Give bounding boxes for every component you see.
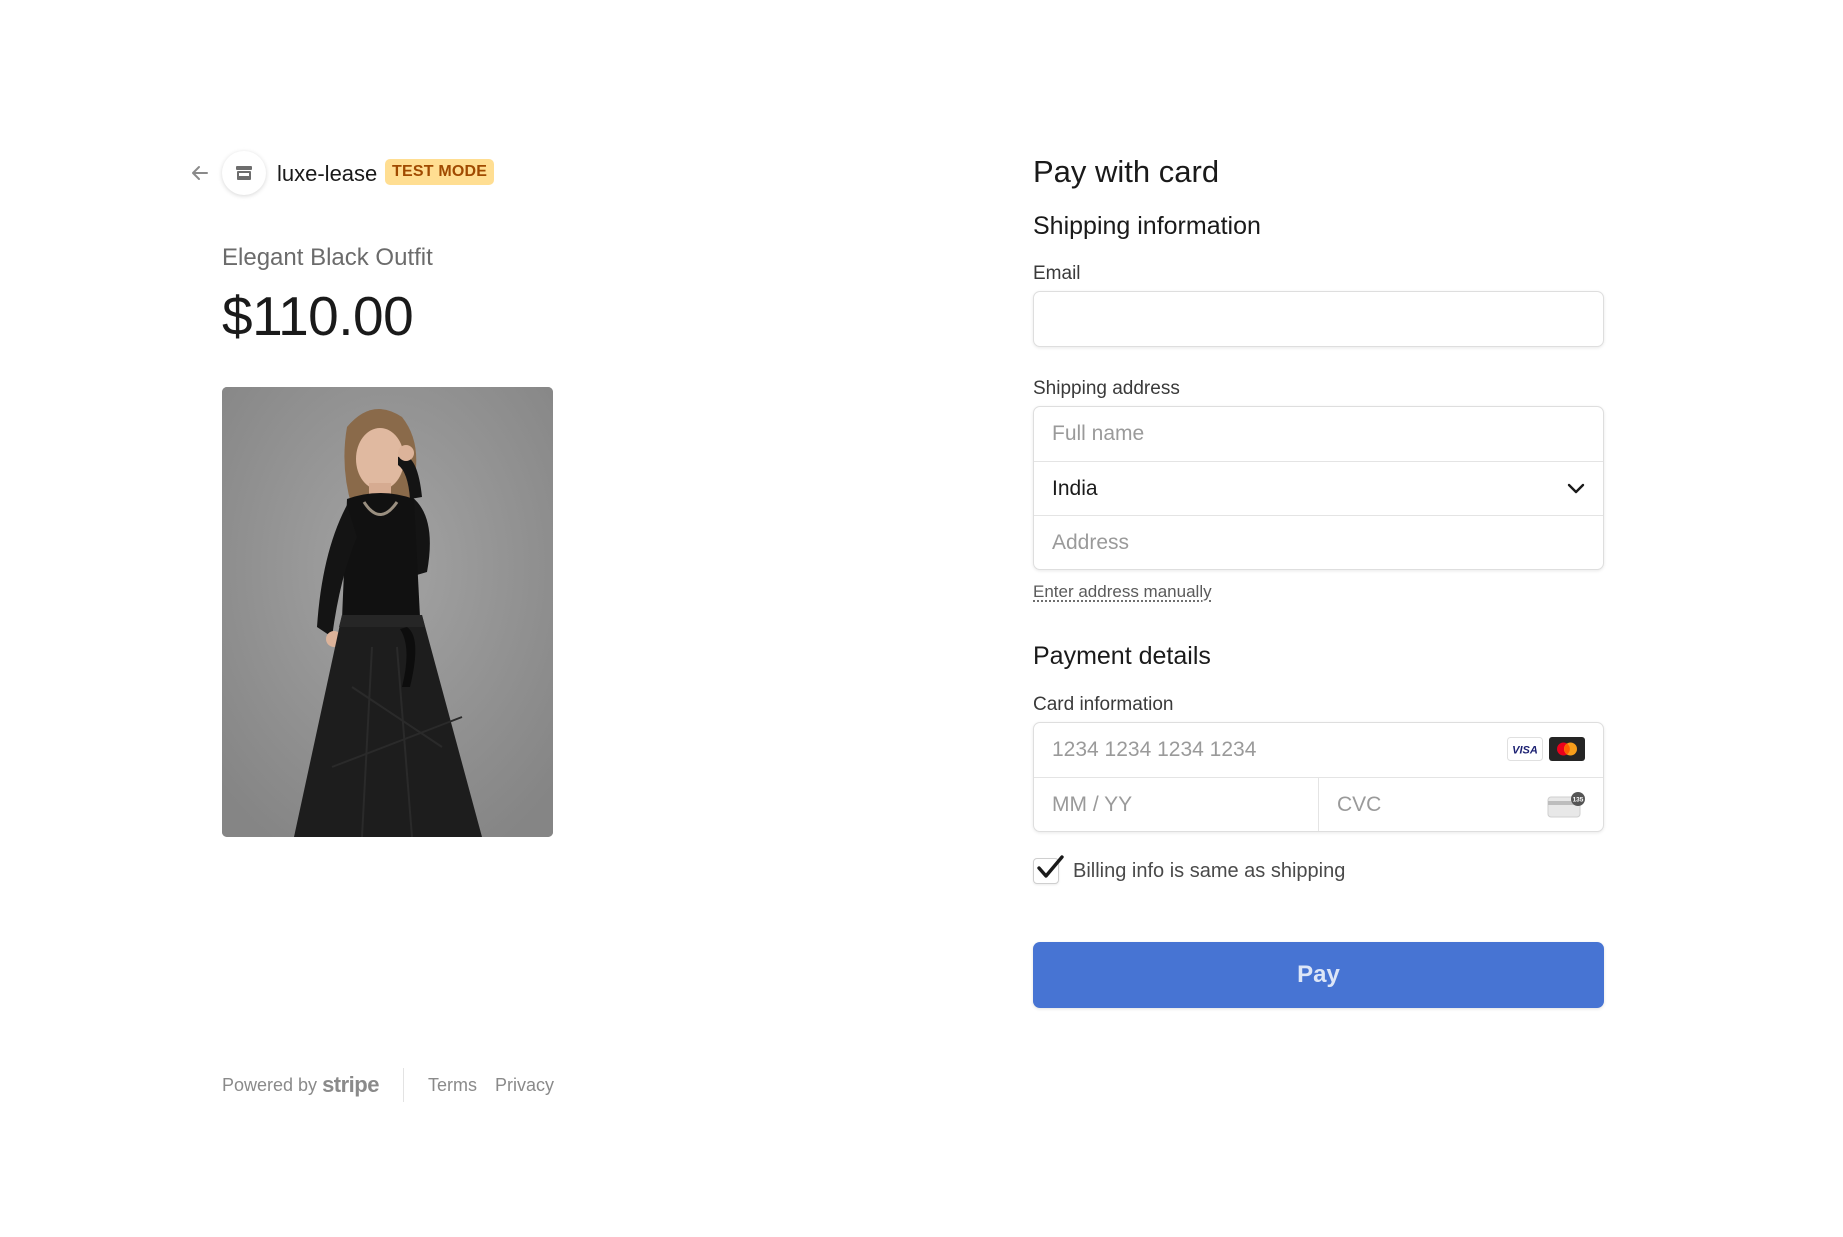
- powered-by-text: Powered by: [222, 1074, 318, 1095]
- arrow-left-icon: [192, 166, 208, 180]
- pay-with-card-title: Pay with card: [1033, 154, 1220, 189]
- expiry-placeholder: MM / YY: [1052, 792, 1133, 816]
- back-button[interactable]: [182, 151, 218, 195]
- card-brand-icons: VISA: [1507, 737, 1585, 761]
- shipping-information-title: Shipping information: [1033, 212, 1261, 240]
- footer: Powered by stripe Terms Privacy: [222, 1063, 572, 1107]
- product-price: $110.00: [222, 285, 414, 347]
- billing-same-checkbox[interactable]: [1033, 855, 1064, 884]
- footer-divider: [402, 1068, 404, 1102]
- product-name: Elegant Black Outfit: [222, 244, 433, 271]
- chevron-down-icon: [1567, 483, 1585, 493]
- cvc-placeholder: CVC: [1337, 792, 1382, 816]
- cvc-field[interactable]: CVC 135: [1318, 778, 1603, 831]
- test-mode-badge: TEST MODE: [385, 159, 495, 185]
- pay-button[interactable]: Pay: [1033, 942, 1604, 1008]
- visa-icon: VISA: [1507, 737, 1543, 761]
- store-icon: [236, 166, 252, 180]
- payment-panel: Pay with card Shipping information Email…: [912, 0, 1843, 1237]
- merchant-name[interactable]: luxe-lease: [277, 161, 377, 187]
- country-value: India: [1052, 476, 1098, 500]
- powered-by-stripe[interactable]: Powered by stripe: [222, 1072, 379, 1098]
- payment-form: Pay with card Shipping information Email…: [1033, 150, 1604, 1008]
- billing-same-as-shipping[interactable]: Billing info is same as shipping: [1033, 855, 1604, 884]
- card-information-box: 1234 1234 1234 1234 VISA MM / YY CVC 135: [1033, 722, 1604, 832]
- svg-text:135: 135: [1573, 797, 1584, 804]
- card-information-label: Card information: [1033, 694, 1174, 715]
- svg-text:VISA: VISA: [1512, 745, 1538, 757]
- email-field-box: [1033, 291, 1604, 347]
- stripe-logo: stripe: [322, 1072, 379, 1097]
- card-number-field[interactable]: 1234 1234 1234 1234 VISA: [1034, 723, 1603, 777]
- shipping-address-box: Full name India Address: [1033, 406, 1604, 570]
- merchant-logo: [222, 151, 266, 195]
- checkmark-icon: [1037, 855, 1064, 878]
- email-label: Email: [1033, 263, 1081, 284]
- full-name-field[interactable]: Full name: [1034, 407, 1603, 461]
- card-expiry-cvc-row: MM / YY CVC 135: [1034, 777, 1603, 831]
- payment-details-title: Payment details: [1033, 642, 1211, 670]
- billing-same-label: Billing info is same as shipping: [1073, 859, 1346, 882]
- product-image: [222, 387, 553, 837]
- country-select[interactable]: India: [1034, 461, 1603, 515]
- shipping-address-label: Shipping address: [1033, 378, 1180, 399]
- address-placeholder: Address: [1052, 530, 1130, 554]
- product-photo: [222, 387, 553, 837]
- email-field[interactable]: [1034, 292, 1603, 346]
- full-name-placeholder: Full name: [1052, 422, 1145, 445]
- enter-address-manually-link[interactable]: Enter address manually: [1033, 582, 1212, 601]
- expiry-field[interactable]: MM / YY: [1034, 778, 1318, 831]
- privacy-link[interactable]: Privacy: [495, 1075, 554, 1096]
- card-number-placeholder: 1234 1234 1234 1234: [1052, 738, 1257, 761]
- cvc-card-icon: 135: [1547, 792, 1585, 818]
- order-summary-panel: luxe-lease TEST MODE Elegant Black Outfi…: [0, 0, 912, 1237]
- address-field[interactable]: Address: [1034, 515, 1603, 569]
- terms-link[interactable]: Terms: [428, 1075, 477, 1096]
- mastercard-icon: [1549, 737, 1585, 761]
